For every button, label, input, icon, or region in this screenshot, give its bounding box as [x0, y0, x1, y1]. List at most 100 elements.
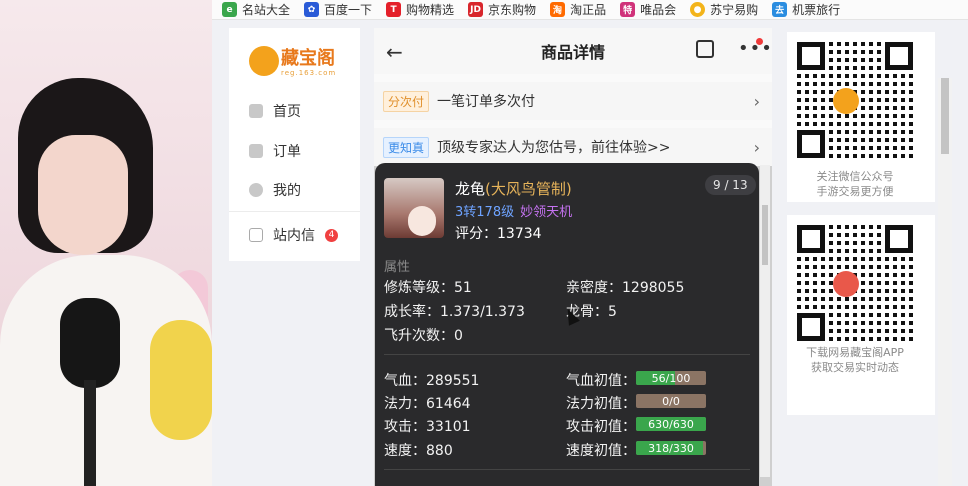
streamer-face [38, 135, 128, 255]
webcam-feed [0, 0, 212, 486]
attr-cultivation: 修炼等级：51 [384, 277, 472, 297]
stat-label: 攻击： [384, 419, 426, 435]
attr-growth: 成长率：1.373/1.373 [384, 301, 525, 321]
stat-value: 33101 [426, 419, 471, 435]
qr-finder [797, 42, 825, 70]
nav-divider [229, 211, 360, 212]
stat-hp: 气血：289551 [384, 370, 479, 390]
pet-score: 评分：13734 [455, 223, 542, 243]
jd-icon: JD [468, 2, 484, 17]
attributes-section-title: 属性 [384, 260, 411, 275]
attr-value: 1.373/1.373 [440, 304, 525, 320]
stat-attack: 攻击：33101 [384, 416, 471, 436]
panel-scrollbar-thumb[interactable] [762, 205, 768, 265]
mail-icon [249, 228, 263, 242]
stat-speed-init-bar: 318/330 [636, 441, 706, 455]
qr-finder [797, 130, 825, 158]
app-qr-card: 下载网易藏宝阁APP 获取交易实时动态 [787, 215, 935, 415]
wechat-qr-card: 关注微信公众号 手游交易更方便 [787, 32, 935, 202]
bookmark-5[interactable]: 特唯品会 [620, 1, 676, 18]
attr-value: 0 [454, 328, 463, 344]
pikachu-plush [150, 320, 212, 440]
nav-item-messages[interactable]: 站内信 4 [249, 225, 338, 245]
stat-mp-init-bar: 0/0 [636, 394, 706, 408]
panel-scrollbar[interactable] [760, 165, 770, 477]
stat-hp-init-bar: 56/100 [636, 371, 706, 385]
qr-finder [885, 225, 913, 253]
qr-finder [797, 313, 825, 341]
bar-text: 56/100 [651, 371, 691, 385]
bar-text: 0/0 [662, 394, 680, 408]
installment-tag: 分次付 [383, 90, 430, 112]
attr-ascension: 飞升次数：0 [384, 325, 463, 345]
appraisal-banner[interactable]: 更知真 顶级专家达人为您估号，前往体验>> › [374, 128, 772, 166]
attr-label: 修炼等级： [384, 280, 454, 296]
order-icon [249, 144, 263, 158]
unread-badge: 4 [325, 228, 338, 242]
treasure-bag-icon [249, 46, 279, 76]
attr-value: 5 [608, 304, 617, 320]
stat-speed: 速度：880 [384, 440, 453, 460]
cangbaoge-logo[interactable]: 藏宝阁 reg.163.com [249, 42, 341, 82]
stat-speed-init-label: 速度初值： [566, 443, 636, 459]
pet-name-text: 龙龟 [455, 180, 486, 198]
attr-value: 1298055 [622, 280, 685, 296]
stat-value: 289551 [426, 373, 480, 389]
nav-item-orders[interactable]: 订单 [249, 141, 301, 161]
qr-finder [797, 225, 825, 253]
qr-column: 关注微信公众号 手游交易更方便 下载网易藏宝阁APP 获取交易实时动态 [787, 28, 935, 486]
caption-line: 获取交易实时动态 [811, 361, 899, 374]
back-arrow-icon[interactable]: ← [386, 40, 403, 64]
stat-attack-init-bar: 630/630 [636, 417, 706, 431]
stat-value: 880 [426, 443, 453, 459]
installment-banner[interactable]: 分次付 一笔订单多次付 › [374, 82, 772, 120]
pet-grade: (大风鸟管制) [485, 180, 572, 198]
suning-icon: ● [690, 2, 706, 17]
page-header: ← 商品详情 ••• [374, 28, 772, 74]
wechat-qr-caption: 关注微信公众号 手游交易更方便 [787, 169, 923, 199]
pet-name: 龙龟(大风鸟管制) [455, 178, 572, 199]
caption-line: 手游交易更方便 [816, 185, 894, 198]
pet-school: 妙领天机 [520, 205, 573, 220]
attr-value: 51 [454, 280, 472, 296]
baidu-paw-icon: ✿ [304, 2, 320, 17]
stat-label: 速度： [384, 443, 426, 459]
chevron-right-icon: › [753, 137, 760, 157]
app-logo-icon [833, 271, 859, 297]
divider [384, 354, 750, 355]
bookmark-0[interactable]: e 名站大全 [222, 1, 290, 18]
score-value: 13734 [497, 226, 542, 242]
bookmark-3[interactable]: JD 京东购物 [468, 1, 536, 18]
stat-mp: 法力：61464 [384, 393, 471, 413]
stat-mp-init-label: 法力初值： [566, 396, 636, 412]
stat-attack-init-label: 攻击初值： [566, 419, 636, 435]
bookmark-6[interactable]: ● 苏宁易购 [690, 1, 758, 18]
page-scrollbar[interactable] [938, 78, 952, 486]
notification-dot [756, 38, 763, 45]
nav-item-home[interactable]: 首页 [249, 101, 301, 121]
treasure-bag-icon [833, 88, 859, 114]
browser-window: e 名站大全 ✿ 百度一下 T 购物精选 JD 京东购物 淘淘正品 特唯品会 ● 苏宁易购… [212, 0, 968, 486]
stat-label: 气血： [384, 373, 426, 389]
chevron-right-icon: › [753, 91, 760, 111]
attr-label: 飞升次数： [384, 328, 454, 344]
divider [384, 469, 750, 470]
page-title: 商品详情 [540, 43, 605, 62]
taobao-icon: 淘 [550, 2, 566, 17]
bookmark-1[interactable]: ✿ 百度一下 [304, 1, 372, 18]
bookmark-7[interactable]: 去机票旅行 [772, 1, 840, 18]
attr-intimacy: 亲密度：1298055 [566, 277, 684, 297]
appraisal-tag: 更知真 [383, 136, 430, 158]
microphone [60, 298, 120, 388]
side-nav: 藏宝阁 reg.163.com 首页 订单 我的 站内信 4 [229, 28, 360, 261]
stat-label: 法力： [384, 396, 426, 412]
share-icon[interactable] [696, 40, 714, 58]
pet-pager: 9 / 13 [705, 175, 756, 195]
ie-icon: e [222, 2, 237, 17]
bookmark-2[interactable]: T 购物精选 [386, 1, 454, 18]
nav-item-mine[interactable]: 我的 [249, 180, 301, 200]
app-qr-caption: 下载网易藏宝阁APP 获取交易实时动态 [787, 345, 923, 375]
attr-label: 成长率： [384, 304, 440, 320]
page-scrollbar-thumb[interactable] [941, 78, 949, 154]
bookmark-4[interactable]: 淘淘正品 [550, 1, 606, 18]
